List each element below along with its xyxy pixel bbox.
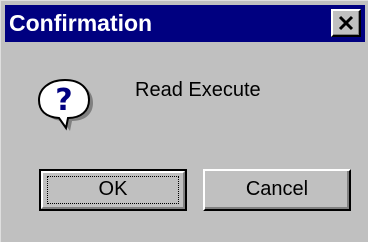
confirmation-dialog: Confirmation ? Read Execute OK Cancel: [0, 0, 368, 242]
cancel-button[interactable]: Cancel: [203, 169, 351, 211]
message-text: Read Execute: [135, 79, 261, 101]
cancel-button-label: Cancel: [245, 178, 309, 200]
close-button[interactable]: [331, 9, 361, 37]
svg-text:?: ?: [55, 83, 72, 118]
title-bar[interactable]: Confirmation: [5, 5, 365, 42]
dialog-title: Confirmation: [9, 10, 153, 36]
close-icon: [338, 15, 354, 31]
question-icon: ?: [37, 78, 93, 131]
ok-button-label: OK: [98, 178, 128, 200]
ok-button[interactable]: OK: [39, 169, 187, 211]
